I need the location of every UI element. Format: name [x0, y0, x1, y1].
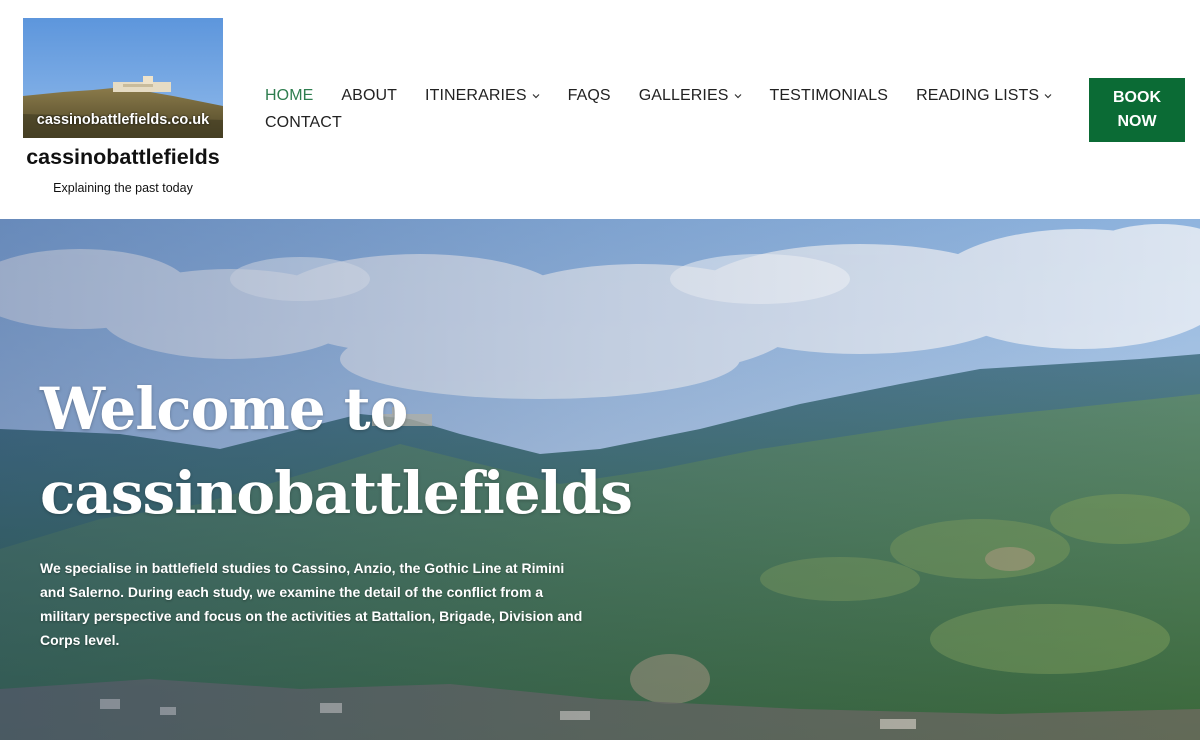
nav-item-galleries[interactable]: GALLERIES — [639, 87, 742, 105]
site-title[interactable]: cassinobattlefields — [0, 145, 246, 170]
nav-item-reading-lists[interactable]: READING LISTS — [916, 87, 1052, 105]
nav-item-label: TESTIMONIALS — [769, 87, 889, 104]
chevron-down-icon — [734, 94, 741, 99]
nav-item-label: CONTACT — [265, 114, 342, 131]
nav-item-about[interactable]: ABOUT — [341, 87, 397, 105]
nav-item-label: FAQS — [567, 87, 611, 104]
nav-item-label: GALLERIES — [638, 87, 729, 104]
hero-description: We specialise in battlefield studies to … — [40, 560, 583, 648]
nav-item-label: ITINERARIES — [425, 87, 527, 104]
hero-title-line1: Welcome to — [40, 375, 408, 443]
nav-item-faqs[interactable]: FAQS — [568, 87, 611, 105]
nav-item-label: ABOUT — [341, 87, 398, 104]
nav-item-home[interactable]: HOME — [265, 87, 313, 105]
main-nav: HOME ABOUT ITINERARIES FAQS GALLERIES TE… — [265, 86, 1065, 140]
nav-item-label: READING LISTS — [916, 87, 1040, 104]
site-tagline: Explaining the past today — [53, 181, 193, 195]
nav-item-contact[interactable]: CONTACT — [265, 114, 342, 132]
site-logo[interactable]: cassinobattlefields.co.uk — [23, 18, 223, 138]
nav-item-label: HOME — [265, 87, 314, 104]
chevron-down-icon — [1044, 94, 1052, 99]
book-now-button[interactable]: BOOK NOW — [1089, 78, 1185, 142]
logo-caption: cassinobattlefields.co.uk — [36, 112, 210, 128]
book-now-line2: NOW — [1117, 113, 1157, 130]
nav-item-testimonials[interactable]: TESTIMONIALS — [770, 87, 889, 105]
chevron-down-icon — [532, 94, 540, 99]
hero-title: Welcome to cassinobattlefields — [40, 367, 640, 535]
nav-item-itineraries[interactable]: ITINERARIES — [425, 87, 540, 105]
hero-section: Welcome to cassinobattlefields We specia… — [0, 219, 1200, 740]
book-now-line1: BOOK — [1113, 89, 1161, 106]
site-header: cassinobattlefields.co.uk cassinobattlef… — [0, 0, 1200, 219]
hero-title-line2: cassinobattlefields — [40, 459, 633, 527]
